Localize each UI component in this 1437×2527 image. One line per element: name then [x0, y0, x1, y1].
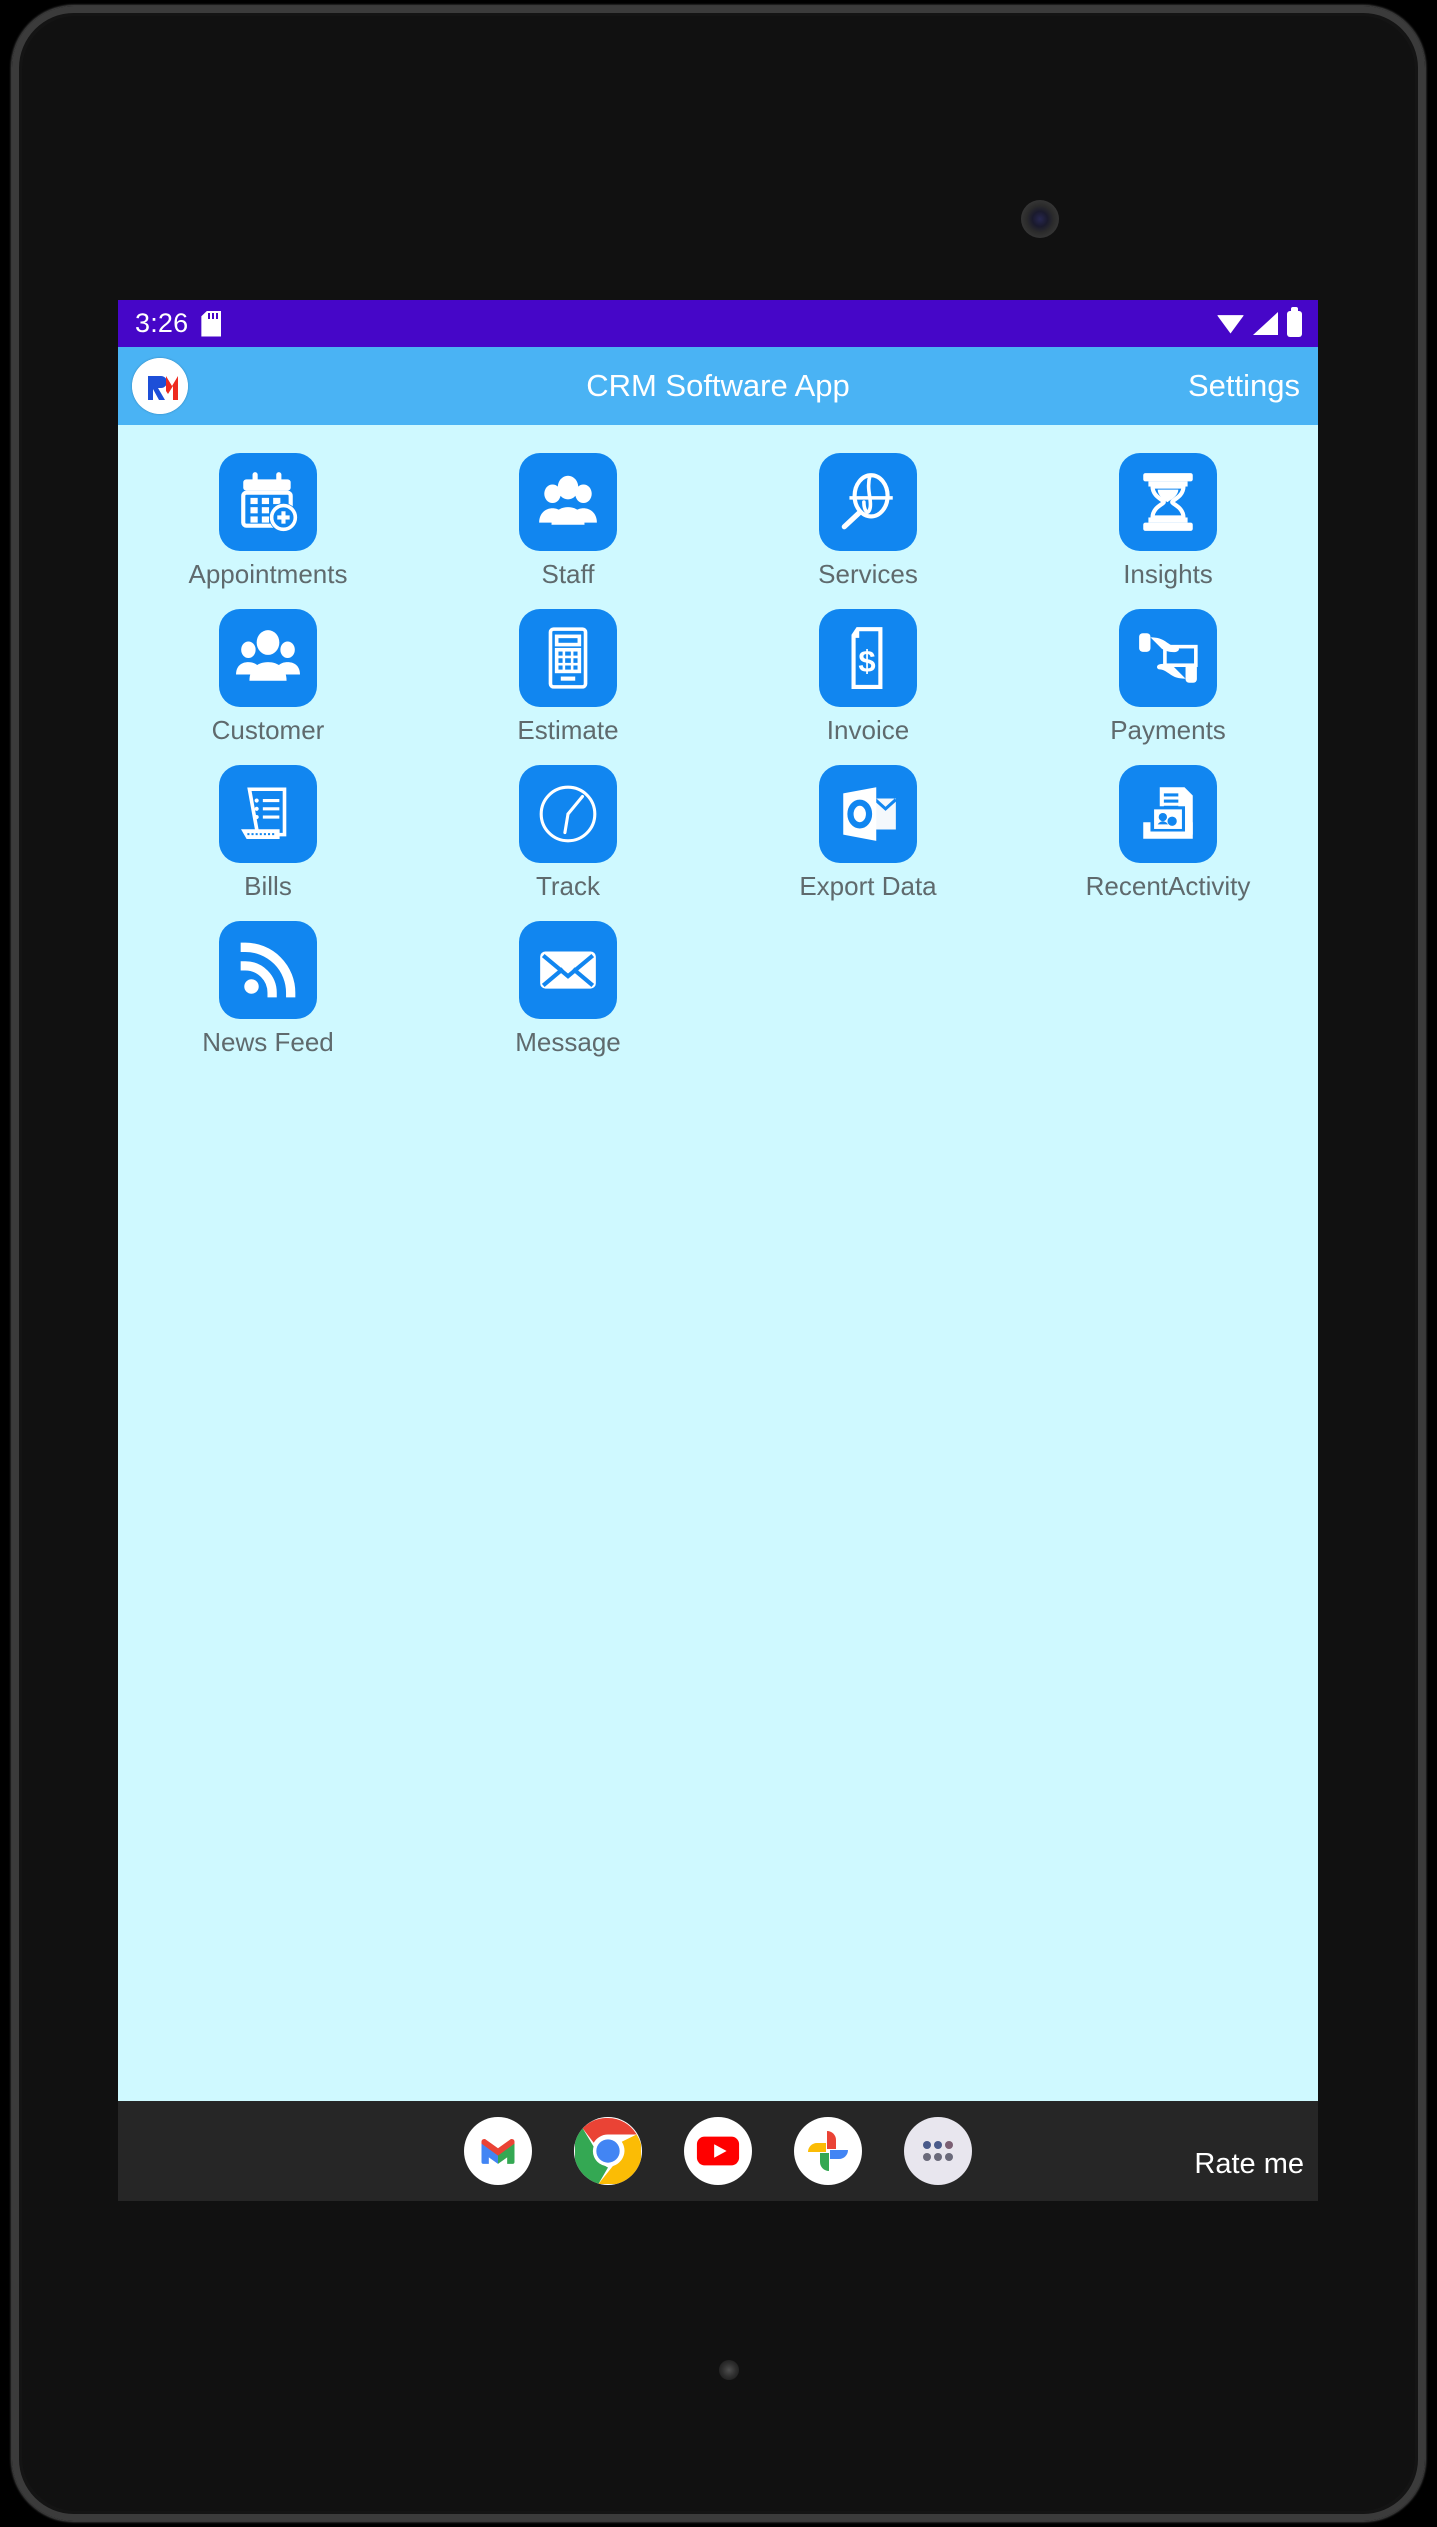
recent-documents-icon [1119, 765, 1217, 863]
status-bar-right-icons [1217, 306, 1302, 337]
android-dock [118, 2101, 1318, 2201]
grid-item-label: Invoice [826, 715, 910, 745]
chrome-icon[interactable] [574, 2117, 642, 2185]
envelope-icon [519, 921, 617, 1019]
grid-item-estimate[interactable]: Estimate [418, 609, 718, 765]
grid-item-label: Payments [1110, 715, 1226, 745]
grid-item-label: RecentActivity [1085, 871, 1251, 901]
front-camera-icon [1021, 200, 1059, 238]
calendar-add-icon [219, 453, 317, 551]
grid-item-invoice[interactable]: $ Invoice [718, 609, 1018, 765]
grid-item-label: Bills [244, 871, 292, 901]
grid-item-services[interactable]: Services [718, 453, 1018, 609]
battery-icon [1287, 306, 1302, 337]
signal-icon [1253, 312, 1278, 335]
bottom-indicator-dot [719, 2360, 739, 2380]
receipt-icon [219, 765, 317, 863]
grid-item-label: Customer [211, 715, 325, 745]
grid-item-payments[interactable]: Payments [1018, 609, 1318, 765]
grid-item-label: News Feed [202, 1027, 334, 1057]
wifi-icon [1217, 315, 1244, 334]
grid-item-recent-activity[interactable]: RecentActivity [1018, 765, 1318, 921]
grid-item-label: Track [535, 871, 601, 901]
grid-item-staff[interactable]: Staff [418, 453, 718, 609]
crm-logo-icon[interactable] [132, 358, 188, 414]
svg-text:$: $ [858, 643, 875, 678]
hands-payment-icon [1119, 609, 1217, 707]
settings-button[interactable]: Settings [1188, 368, 1304, 404]
sd-card-icon [201, 311, 221, 337]
people-group-icon [519, 453, 617, 551]
estimate-document-icon [519, 609, 617, 707]
magnifier-pulse-icon [819, 453, 917, 551]
grid-item-export-data[interactable]: Export Data [718, 765, 1018, 921]
customers-icon [219, 609, 317, 707]
status-bar: 3:26 [118, 300, 1318, 347]
grid-item-news-feed[interactable]: News Feed [118, 921, 418, 1077]
page-title: CRM Software App [586, 368, 850, 403]
grid-item-message[interactable]: Message [418, 921, 718, 1077]
hourglass-icon [1119, 453, 1217, 551]
grid-item-appointments[interactable]: Appointments [118, 453, 418, 609]
app-bar: CRM Software App Settings [118, 347, 1318, 425]
grid-item-bills[interactable]: Bills [118, 765, 418, 921]
grid-item-insights[interactable]: Insights [1018, 453, 1318, 609]
clock-icon [519, 765, 617, 863]
grid-item-track[interactable]: Track [418, 765, 718, 921]
app-drawer-icon[interactable] [904, 2117, 972, 2185]
phone-screen: 3:26 CRM Software App Settings Appointme… [118, 300, 1318, 2201]
status-bar-clock: 3:26 [135, 308, 189, 338]
grid-item-label: Services [818, 559, 918, 589]
grid-item-label: Staff [541, 559, 595, 589]
gmail-icon[interactable] [464, 2117, 532, 2185]
youtube-icon[interactable] [684, 2117, 752, 2185]
grid-item-customer[interactable]: Customer [118, 609, 418, 765]
grid-item-label: Estimate [517, 715, 619, 745]
google-photos-icon[interactable] [794, 2117, 862, 2185]
grid-item-label: Export Data [799, 871, 937, 901]
invoice-dollar-icon: $ [819, 609, 917, 707]
outlook-export-icon [819, 765, 917, 863]
grid-item-label: Insights [1123, 559, 1213, 589]
grid-item-label: Appointments [188, 559, 348, 589]
rss-feed-icon [219, 921, 317, 1019]
grid-item-label: Message [515, 1027, 621, 1057]
app-grid: Appointments Staff Services Insights Cus… [118, 425, 1318, 1077]
rate-me-button[interactable]: Rate me [1194, 2148, 1304, 2181]
